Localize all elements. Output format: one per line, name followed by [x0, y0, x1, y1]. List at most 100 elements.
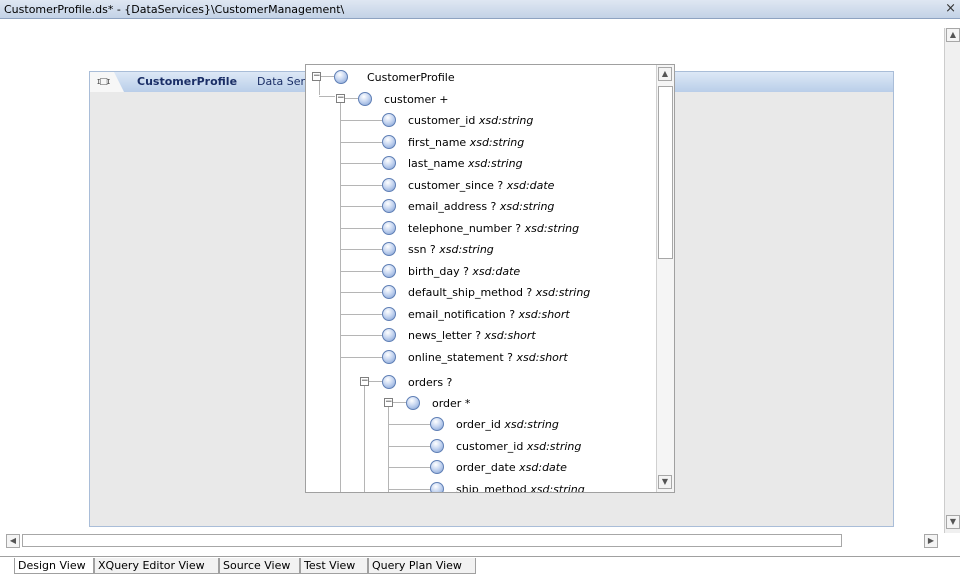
- tree-connector: [341, 184, 382, 186]
- tree-connector: [319, 96, 335, 97]
- tree-node-label: orders ?: [408, 376, 453, 389]
- field-name: customer_id: [408, 114, 476, 127]
- field-label: online_statement ? xsd:short: [408, 351, 568, 364]
- element-node-icon: [382, 134, 396, 149]
- field-type: xsd:short: [518, 307, 570, 321]
- field-label: first_name xsd:string: [408, 136, 524, 149]
- tree-connector: [364, 380, 365, 492]
- tab-design-view[interactable]: Design View: [14, 558, 94, 574]
- field-name: customer_id: [456, 439, 524, 453]
- window-title: CustomerProfile.ds* - {DataServices}\Cus…: [4, 3, 345, 16]
- tree-scroll-up-icon[interactable]: ▲: [658, 67, 672, 81]
- tree-connector: [319, 79, 320, 95]
- tree-connector: [393, 402, 406, 403]
- scroll-right-icon[interactable]: ▶: [924, 534, 938, 548]
- tree-connector: [341, 270, 382, 272]
- window-title-bar: CustomerProfile.ds* - {DataServices}\Cus…: [0, 0, 960, 19]
- element-node-icon: [358, 92, 372, 106]
- element-node-icon: [430, 417, 444, 431]
- collapse-toggle-icon[interactable]: −: [312, 72, 321, 81]
- scroll-down-icon[interactable]: ▼: [946, 515, 960, 529]
- field-name: last_name: [408, 157, 465, 170]
- field-label: birth_day ? xsd:date: [408, 265, 520, 278]
- tab-test-view[interactable]: Test View: [300, 558, 368, 574]
- field-name: telephone_number ?: [408, 221, 522, 235]
- field-label: order_id xsd:string: [456, 418, 559, 431]
- field-type: xsd:date: [506, 178, 555, 192]
- field-label: ssn ? xsd:string: [408, 243, 494, 256]
- tree-connector: [388, 403, 389, 492]
- field-type: xsd:string: [478, 114, 534, 127]
- close-icon[interactable]: ×: [945, 1, 956, 16]
- field-type: xsd:short: [484, 329, 536, 342]
- element-node-icon: [382, 220, 396, 235]
- field-type: xsd:string: [468, 157, 523, 170]
- field-label: news_letter ? xsd:short: [408, 329, 536, 342]
- horizontal-scroll-thumb[interactable]: [22, 534, 842, 547]
- tree-connector: [369, 381, 382, 382]
- field-name: customer_since ?: [408, 178, 504, 192]
- element-node-icon: [382, 375, 396, 389]
- field-name: default_ship_method ?: [408, 286, 533, 299]
- tree-connector: [341, 292, 382, 293]
- tab-xquery-editor-view[interactable]: XQuery Editor View: [94, 558, 219, 574]
- field-label: customer_id xsd:string: [456, 440, 581, 453]
- schema-tree[interactable]: − CustomerProfile − customer + customer_…: [305, 64, 675, 493]
- tree-connector: [389, 467, 430, 468]
- field-name: email_address ?: [408, 200, 497, 213]
- tree-scroll-down-icon[interactable]: ▼: [658, 475, 672, 489]
- field-type: xsd:date: [519, 461, 567, 474]
- scroll-up-icon[interactable]: ▲: [946, 28, 960, 42]
- field-type: xsd:string: [499, 200, 555, 213]
- tree-connector: [389, 424, 430, 425]
- collapse-toggle-icon[interactable]: −: [384, 398, 393, 407]
- field-type: xsd:string: [535, 286, 591, 299]
- field-type: xsd:string: [439, 243, 494, 256]
- field-name: news_letter ?: [408, 329, 482, 342]
- tree-connector: [389, 488, 430, 490]
- field-type: xsd:string: [524, 221, 580, 235]
- field-name: online_statement ?: [408, 350, 514, 364]
- element-node-icon: [430, 481, 444, 492]
- element-node-icon: [382, 306, 396, 321]
- element-node-icon: [382, 156, 396, 170]
- element-node-icon: [382, 349, 396, 364]
- data-service-name[interactable]: CustomerProfile: [137, 75, 237, 88]
- tree-node-label: customer +: [384, 93, 449, 106]
- editor-horizontal-scrollbar[interactable]: ◀ ▶: [4, 533, 944, 549]
- field-name: order_id: [456, 418, 501, 431]
- element-node-icon: [382, 328, 396, 342]
- tree-connector: [389, 445, 430, 447]
- tree-node-label: CustomerProfile: [367, 71, 455, 84]
- field-name: order_date: [456, 461, 516, 474]
- tab-source-view[interactable]: Source View: [219, 558, 300, 574]
- element-node-icon: [382, 199, 396, 213]
- tree-connector: [341, 120, 382, 121]
- scroll-left-icon[interactable]: ◀: [6, 534, 20, 548]
- field-label: last_name xsd:string: [408, 157, 523, 170]
- collapse-toggle-icon[interactable]: −: [336, 94, 345, 103]
- collapse-toggle-icon[interactable]: −: [360, 377, 369, 386]
- field-type: xsd:string: [469, 135, 525, 149]
- field-type: xsd:string: [526, 439, 582, 453]
- field-label: default_ship_method ? xsd:string: [408, 286, 590, 299]
- data-service-icon: ɪ□ɪ: [97, 77, 110, 87]
- field-label: order_date xsd:date: [456, 461, 567, 474]
- editor-vertical-scrollbar[interactable]: ▲ ▼: [944, 28, 960, 533]
- field-name: first_name: [408, 135, 467, 149]
- field-name: birth_day ?: [408, 264, 469, 278]
- element-node-icon: [334, 70, 348, 84]
- element-node-icon: [382, 263, 396, 278]
- field-label: customer_id xsd:string: [408, 114, 533, 127]
- tree-scroll-thumb[interactable]: [658, 86, 673, 259]
- field-name: email_notification ?: [408, 307, 516, 321]
- field-type: xsd:string: [530, 482, 585, 493]
- element-node-icon: [382, 285, 396, 299]
- field-label: customer_since ? xsd:date: [408, 179, 554, 192]
- tree-vertical-scrollbar[interactable]: ▲ ▼: [656, 65, 674, 492]
- field-type: xsd:short: [516, 350, 568, 364]
- tree-connector: [341, 249, 382, 250]
- tree-connector: [341, 356, 382, 358]
- tab-query-plan-view[interactable]: Query Plan View: [368, 558, 476, 574]
- element-node-icon: [382, 113, 396, 127]
